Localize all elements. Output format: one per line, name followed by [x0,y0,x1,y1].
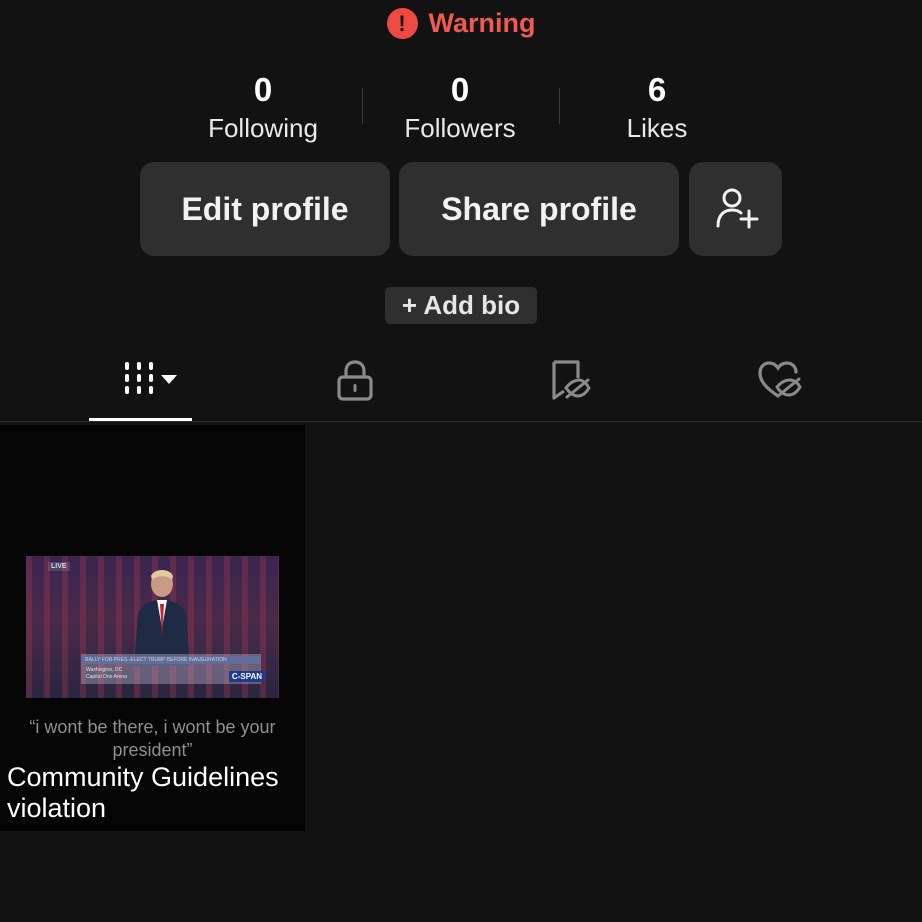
lock-icon [337,360,373,401]
stat-likes-label: Likes [626,113,688,143]
tabs-divider [0,421,922,422]
news-location-venue: Capital One Arena [86,674,127,680]
tab-favorites[interactable] [520,345,620,415]
edit-profile-button[interactable]: Edit profile [140,162,390,256]
stat-following-value: 0 [253,71,273,108]
stat-likes-value: 6 [647,71,667,108]
news-location-city: Washington, DC [86,667,123,673]
tab-private[interactable] [305,345,405,415]
account-warning-banner[interactable]: ! Warning [0,8,922,39]
stat-followers-label: Followers [404,113,516,143]
live-tag: LIVE [48,562,70,571]
stat-divider [559,88,560,124]
bookmark-hidden-icon [552,360,591,400]
network-logo: C-SPAN [228,671,265,682]
video-tile[interactable]: LIVE RALLY FOR PRES.-ELECT TRUMP BEFORE … [0,425,305,831]
video-caption: “i wont be there, i wont be your preside… [29,717,276,760]
chevron-down-icon [160,375,177,384]
add-person-icon [716,188,758,229]
news-location: Washington, DC Capital One Arena [86,667,127,681]
violation-status: Community Guidelines violation [7,762,279,823]
tab-videos[interactable] [89,345,192,415]
exclamation-circle-icon: ! [386,8,418,39]
profile-stats: 0 Following 0 Followers 6 Likes [0,70,922,150]
add-friends-button[interactable] [689,162,782,256]
stat-followers[interactable]: 0 Followers [365,70,555,146]
stat-following-label: Following [208,113,318,143]
tab-liked[interactable] [730,345,830,415]
warning-label: Warning [428,8,536,38]
speaker-figure [134,570,190,666]
share-profile-button[interactable]: Share profile [399,162,679,256]
profile-actions: Edit profile Share profile [0,162,922,257]
profile-tabs [0,345,922,423]
video-thumbnail: LIVE RALLY FOR PRES.-ELECT TRUMP BEFORE … [26,556,279,698]
stat-following[interactable]: 0 Following [168,70,358,146]
add-bio-button[interactable]: + Add bio [385,287,537,324]
stat-followers-value: 0 [450,71,470,108]
stat-divider [362,88,363,124]
stat-likes[interactable]: 6 Likes [562,70,752,146]
liked-hidden-icon [758,361,802,398]
